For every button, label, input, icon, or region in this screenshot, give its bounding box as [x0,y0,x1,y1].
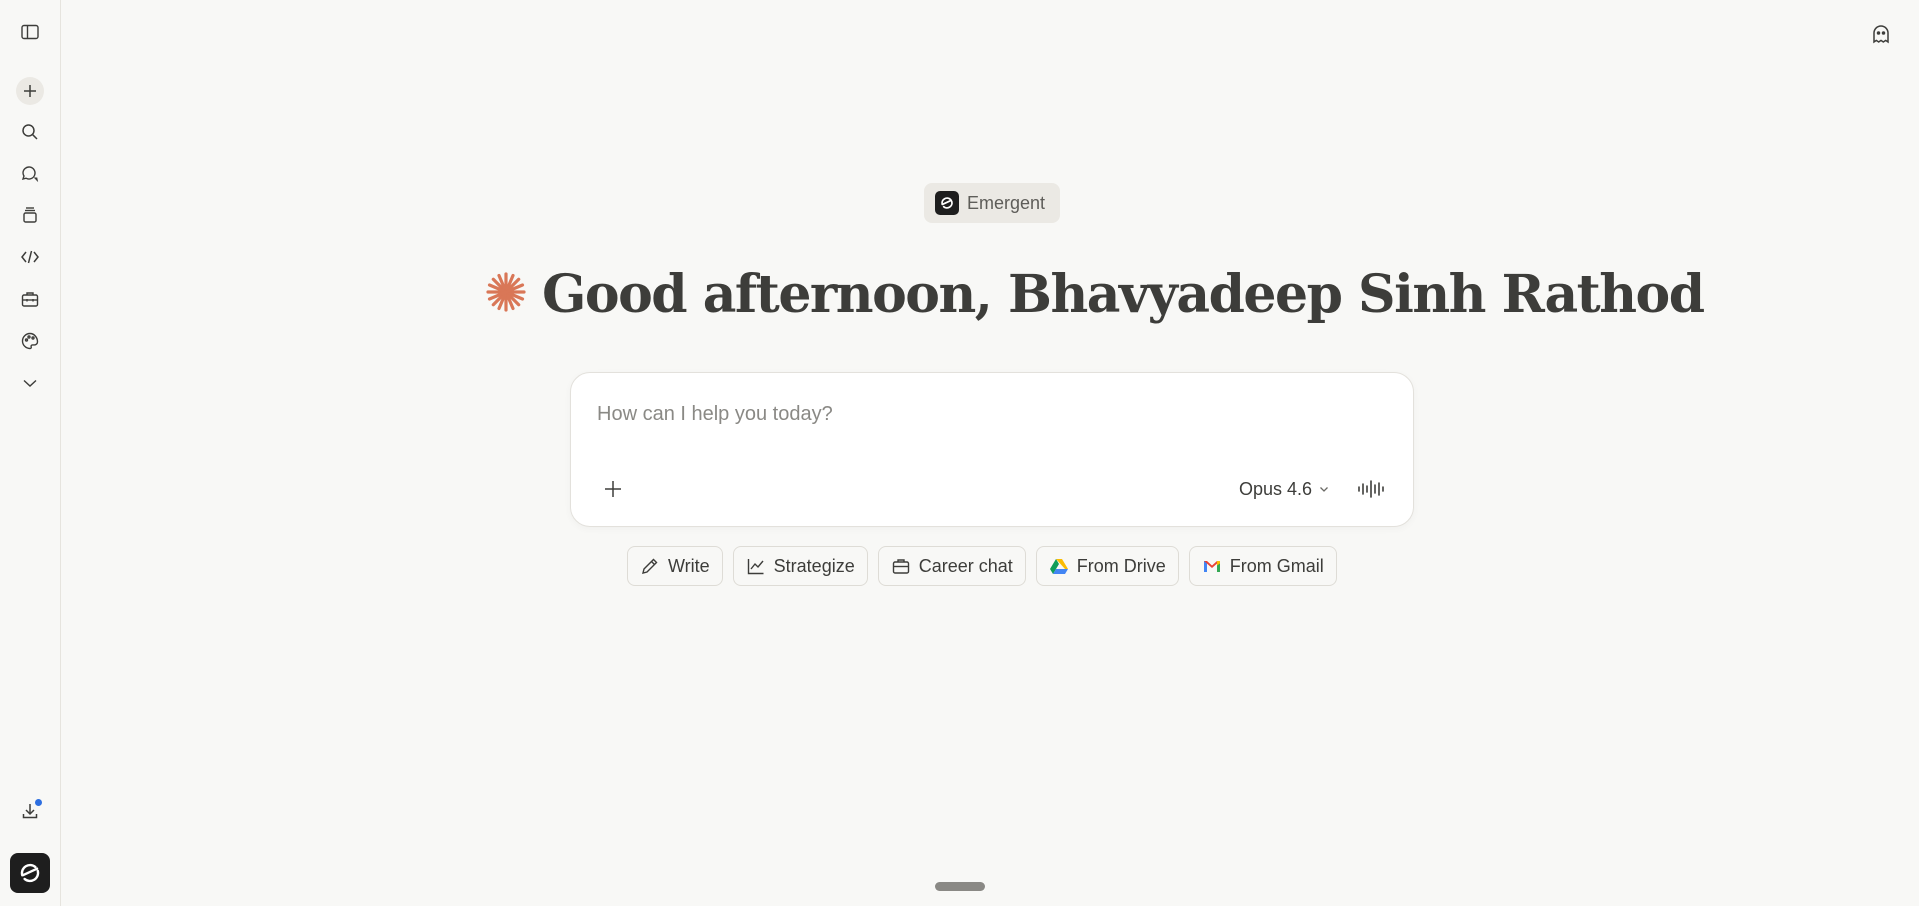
pencil-icon [642,558,658,574]
sidebar-toggle-icon[interactable] [16,18,44,46]
model-selector[interactable]: Opus 4.6 [1239,473,1330,505]
line-chart-icon [747,559,764,575]
greeting-text: Good afternoon, Bhavyadeep Sinh Rathod [542,263,1705,325]
greeting: Good afternoon, Bhavyadeep Sinh Rathod [484,258,1705,330]
chevron-down-icon[interactable] [16,369,44,397]
prompt-input[interactable] [597,399,1377,429]
chip-career-chat[interactable]: Career chat [877,546,1026,586]
app-window: Emergent Good afternoon, Bhavyadeep Sinh… [0,0,1919,906]
palette-icon[interactable] [16,327,44,355]
notification-dot [34,798,43,807]
workspace-chip[interactable]: Emergent [924,183,1060,223]
chip-label: From Gmail [1229,555,1324,576]
new-chat-button[interactable] [16,77,44,105]
audio-waveform-icon [1358,480,1384,498]
plus-icon [605,481,621,497]
add-attachment-button[interactable] [597,473,629,505]
workspace-label: Emergent [967,192,1046,213]
chip-label: Strategize [773,555,855,576]
plus-icon [24,85,36,97]
chip-from-drive[interactable]: From Drive [1035,546,1179,586]
briefcase-icon [892,559,909,574]
emergent-logo-icon [20,863,40,883]
chevron-down-icon [1320,487,1329,492]
claude-star-icon [484,270,528,319]
chip-write[interactable]: Write [627,546,723,586]
chip-strategize[interactable]: Strategize [732,546,868,586]
code-icon[interactable] [16,243,44,271]
resize-handle[interactable] [935,882,985,891]
search-icon[interactable] [16,118,44,146]
toolbox-icon[interactable] [16,285,44,313]
download-icon[interactable] [16,797,44,825]
incognito-ghost-icon[interactable] [1867,20,1895,48]
chip-label: Write [668,555,710,576]
emergent-logo-icon [935,191,959,215]
avatar[interactable] [10,853,50,893]
chip-label: From Drive [1076,555,1166,576]
google-drive-icon [1049,559,1068,574]
chip-label: Career chat [918,555,1013,576]
stack-icon[interactable] [16,201,44,229]
voice-mode-button[interactable] [1355,473,1387,505]
chip-from-gmail[interactable]: From Gmail [1188,546,1337,586]
gmail-icon [1203,561,1220,572]
suggestion-chips: Write Strategize Career chat From Drive [627,546,1337,586]
composer: Opus 4.6 [570,372,1414,527]
model-label: Opus 4.6 [1239,478,1313,499]
chat-bubbles-icon[interactable] [16,160,44,188]
sidebar [0,0,61,906]
